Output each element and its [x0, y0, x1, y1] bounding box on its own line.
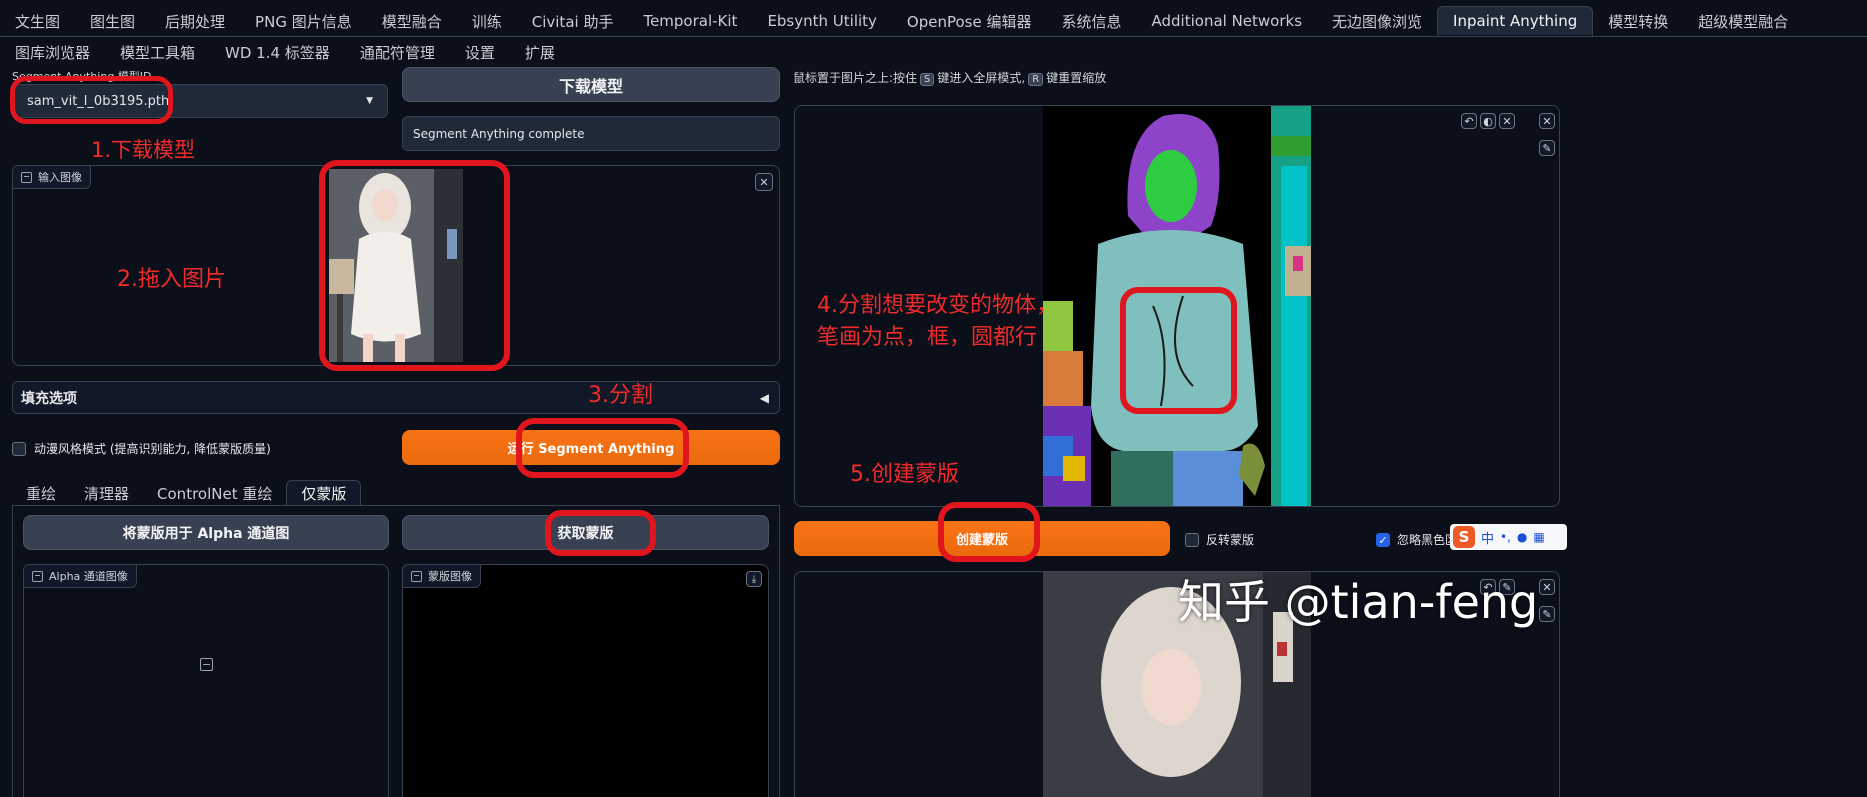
input-image-label: 输入图像 — [38, 171, 82, 184]
anime-mode-label: 动漫风格模式 (提高识别能力, 降低蒙版质量) — [34, 442, 271, 456]
fill-options-label: 填充选项 — [21, 390, 77, 407]
tab-row2-2[interactable]: WD 1.4 标签器 — [210, 38, 345, 66]
tab-row2-0[interactable]: 图库浏览器 — [0, 38, 105, 66]
tab-8[interactable]: Ebsynth Utility — [752, 6, 891, 36]
invert-mask-checkbox[interactable] — [1185, 532, 1199, 547]
chevron-down-icon: ▼ — [366, 96, 373, 106]
annotation-step5: 5.创建蒙版 — [850, 462, 959, 487]
subtab-1[interactable]: 清理器 — [70, 480, 143, 506]
anime-mode-checkbox[interactable] — [12, 441, 26, 456]
alpha-image-label-chip: Alpha 通道图像 — [23, 564, 137, 588]
close-icon[interactable]: ✕ — [1539, 579, 1555, 595]
main-tab-bar-row2: 图库浏览器 模型工具箱 WD 1.4 标签器 通配符管理 设置 扩展 — [0, 38, 570, 66]
eraser-icon[interactable]: ◐ — [1480, 113, 1496, 129]
tab-13[interactable]: Inpaint Anything — [1437, 6, 1594, 36]
undo-icon[interactable]: ↶ — [1461, 113, 1477, 129]
tab-2[interactable]: 后期处理 — [150, 6, 240, 36]
run-segment-anything-button[interactable]: 运行 Segment Anything — [402, 430, 780, 465]
image-icon — [32, 570, 43, 582]
subtab-0[interactable]: 重绘 — [12, 480, 70, 506]
hint-prefix: 鼠标置于图片之上:按住 — [793, 71, 918, 85]
ime-language-indicator[interactable]: 中 — [1481, 528, 1494, 547]
create-mask-button[interactable]: 创建蒙版 — [794, 521, 1170, 556]
close-icon[interactable]: ✕ — [755, 173, 773, 191]
annotation-step1: 1.下载模型 — [91, 138, 196, 162]
annotation-step4: 4.分割想要改变的物体， 笔画为点，框，圆都行 — [817, 290, 1058, 354]
image-icon — [411, 570, 422, 582]
subtab-3[interactable]: 仅蒙版 — [286, 480, 362, 506]
main-tab-bar: 文生图 图生图 后期处理 PNG 图片信息 模型融合 训练 Civitai 助手 Tempor… — [0, 6, 1803, 36]
tab-10[interactable]: 系统信息 — [1047, 6, 1137, 36]
tab-1[interactable]: 图生图 — [75, 6, 150, 36]
annotation-step4-line1: 4.分割想要改变的物体， — [817, 293, 1058, 318]
mask-image-label: 蒙版图像 — [428, 570, 472, 583]
microphone-icon[interactable]: ● — [1517, 530, 1527, 544]
invert-mask-row[interactable]: 反转蒙版 — [1185, 531, 1254, 548]
tab-row2-5[interactable]: 扩展 — [510, 38, 570, 66]
annotation-step2: 2.拖入图片 — [117, 267, 226, 292]
tab-7[interactable]: Temporal-Kit — [628, 6, 752, 36]
canvas-tools: ↶ ◐ ✕ — [1461, 113, 1515, 129]
download-model-button[interactable]: 下载模型 — [402, 67, 780, 102]
tab-5[interactable]: 训练 — [457, 6, 517, 36]
tab-15[interactable]: 超级模型融合 — [1683, 6, 1803, 36]
annotation-step4-line2: 笔画为点，框，圆都行 — [817, 325, 1038, 350]
tab-row2-3[interactable]: 通配符管理 — [345, 38, 450, 66]
invert-mask-label: 反转蒙版 — [1206, 533, 1255, 547]
keyboard-icon[interactable]: ▦ — [1533, 530, 1544, 544]
sam-model-value: sam_vit_l_0b3195.pth — [27, 93, 170, 109]
watermark-text: 知乎 @tian-feng — [1178, 575, 1539, 629]
tab-6[interactable]: Civitai 助手 — [517, 6, 629, 36]
tab-14[interactable]: 模型转换 — [1593, 6, 1683, 36]
input-image-label-chip: 输入图像 — [12, 165, 91, 189]
fullscreen-hint: 鼠标置于图片之上:按住 S 键进入全屏模式, R 键重置缩放 — [793, 69, 1106, 86]
fill-options-accordion[interactable]: 填充选项 ◀ — [12, 381, 780, 414]
collapse-triangle-icon: ◀ — [759, 390, 769, 405]
alpha-image-panel[interactable]: Alpha 通道图像 — [23, 564, 389, 797]
subtab-2[interactable]: ControlNet 重绘 — [143, 480, 286, 506]
input-photo — [329, 169, 463, 362]
sam-status-text: Segment Anything complete — [402, 116, 780, 151]
brush-icon[interactable]: ✎ — [1539, 606, 1555, 622]
get-mask-button[interactable]: 获取蒙版 — [402, 515, 769, 550]
ignore-black-row[interactable]: ✓ 忽略黑色区 — [1376, 531, 1457, 548]
key-s: S — [920, 73, 935, 86]
hint-middle: 键进入全屏模式, — [937, 71, 1026, 85]
hint-suffix: 键重置缩放 — [1046, 71, 1107, 85]
tab-11[interactable]: Additional Networks — [1137, 6, 1318, 36]
tab-row2-4[interactable]: 设置 — [450, 38, 510, 66]
anime-mode-checkbox-row[interactable]: 动漫风格模式 (提高识别能力, 降低蒙版质量) — [12, 440, 271, 457]
ignore-black-checkbox[interactable]: ✓ — [1376, 532, 1390, 547]
tab-4[interactable]: 模型融合 — [367, 6, 457, 36]
tab-9[interactable]: OpenPose 编辑器 — [892, 6, 1047, 36]
mask-image-panel: 蒙版图像 ⤓ — [402, 564, 769, 797]
annotation-step3: 3.分割 — [588, 383, 653, 408]
ime-punctuation-icon[interactable]: •, — [1500, 530, 1511, 544]
image-placeholder-icon — [200, 658, 213, 671]
image-icon — [21, 171, 32, 183]
tab-12[interactable]: 无边图像浏览 — [1317, 6, 1437, 36]
tab-3[interactable]: PNG 图片信息 — [240, 6, 367, 36]
close-icon[interactable]: ✕ — [1499, 113, 1515, 129]
ime-logo-icon: S — [1453, 526, 1475, 548]
key-r: R — [1028, 73, 1044, 86]
download-icon[interactable]: ⤓ — [746, 571, 762, 587]
mask-image-label-chip: 蒙版图像 — [402, 564, 481, 588]
tab-row2-1[interactable]: 模型工具箱 — [105, 38, 210, 66]
inpaint-subtab-bar: 重绘 清理器 ControlNet 重绘 仅蒙版 — [12, 480, 362, 506]
clear-icon[interactable]: ✕ — [1539, 113, 1555, 129]
apply-mask-alpha-button[interactable]: 将蒙版用于 Alpha 通道图 — [23, 515, 389, 550]
tab-divider — [0, 36, 1867, 37]
tab-0[interactable]: 文生图 — [0, 6, 75, 36]
ime-toolbar[interactable]: S 中 •, ● ▦ — [1450, 524, 1567, 550]
ignore-black-label: 忽略黑色区 — [1397, 533, 1458, 547]
sam-model-label: Segment Anything 模型ID — [12, 70, 152, 83]
segmentation-map — [1043, 106, 1311, 506]
sam-model-select[interactable]: sam_vit_l_0b3195.pth ▼ — [12, 84, 388, 118]
alpha-image-label: Alpha 通道图像 — [49, 570, 128, 583]
brush-icon[interactable]: ✎ — [1539, 140, 1555, 156]
